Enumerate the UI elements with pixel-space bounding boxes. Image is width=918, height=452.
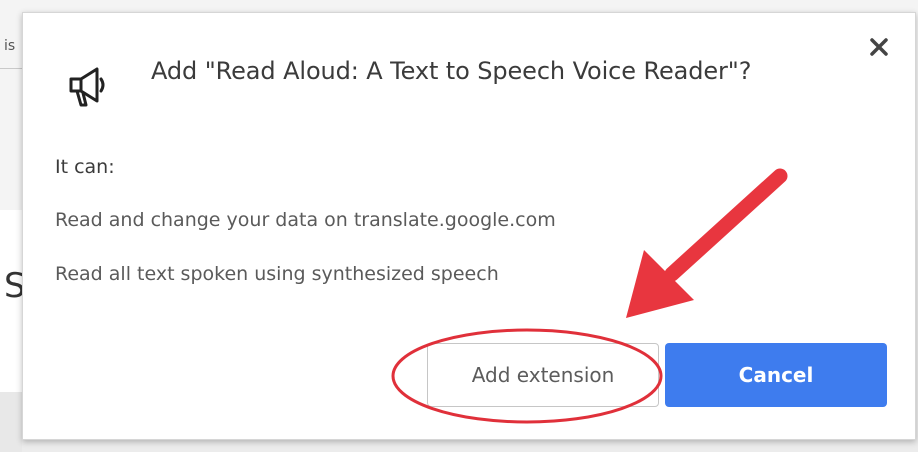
permissions-heading: It can: [55, 156, 115, 178]
background-text-fragment: is [4, 38, 16, 54]
cancel-button[interactable]: Cancel [665, 343, 887, 407]
megaphone-icon [65, 61, 113, 109]
permission-item: Read and change your data on translate.g… [55, 209, 556, 231]
background-divider [0, 68, 24, 69]
close-icon[interactable] [863, 31, 895, 63]
permission-item: Read all text spoken using synthesized s… [55, 263, 499, 285]
background-footer [0, 392, 22, 452]
add-extension-dialog: Add "Read Aloud: A Text to Speech Voice … [22, 12, 916, 440]
dialog-title: Add "Read Aloud: A Text to Speech Voice … [151, 57, 752, 85]
add-extension-button[interactable]: Add extension [427, 343, 659, 407]
